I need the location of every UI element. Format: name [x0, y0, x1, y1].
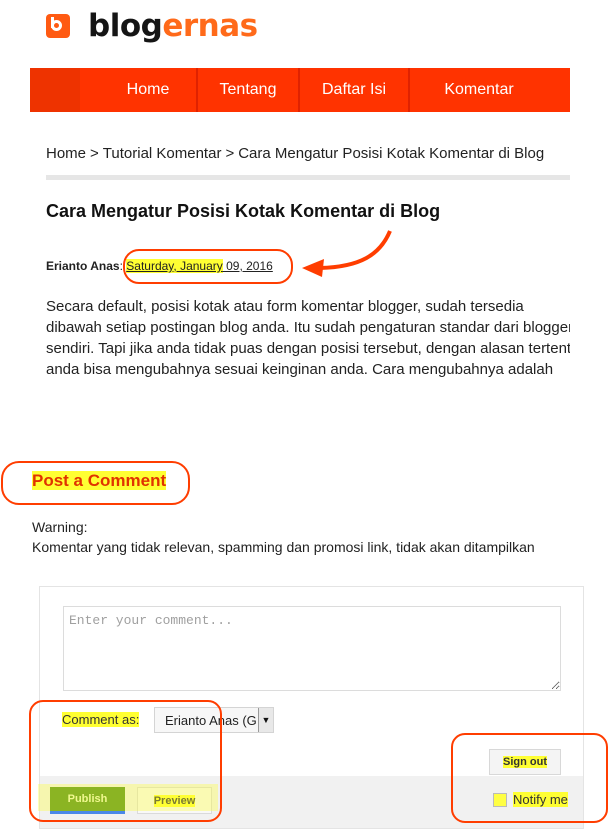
nav-item-home[interactable]: Home [80, 68, 198, 112]
comment-as-text: Comment as: [62, 712, 140, 727]
site-logo[interactable]: blogernas [46, 8, 258, 44]
breadcrumb-home[interactable]: Home [46, 145, 86, 162]
notify-me-label: Notify me [513, 792, 568, 807]
annotation-arrow-icon [302, 230, 392, 277]
breadcrumb-separator: > [90, 145, 99, 162]
comments-title-text: Post a Comment [32, 471, 167, 490]
main-nav: Home Tentang Daftar Isi Komentar [30, 68, 570, 112]
nav-blank-tab [30, 68, 80, 112]
preview-label: Preview [153, 794, 196, 807]
chevron-down-icon[interactable]: ▼ [258, 708, 273, 732]
publish-button[interactable]: Publish [50, 787, 125, 814]
post-body: Secara default, posisi kotak atau form k… [46, 296, 570, 380]
identity-select-value: Erianto Anas (G [165, 712, 257, 728]
breadcrumb: Home > Tutorial Komentar > Cara Mengatur Pos… [46, 145, 544, 162]
notify-me-checkbox[interactable]: Notify me [493, 792, 568, 807]
breadcrumb-current: Cara Mengatur Posisi Kotak Komentar di B… [238, 145, 545, 162]
nav-item-tentang[interactable]: Tentang [198, 68, 300, 112]
warning-text: Komentar yang tidak relevan, spamming da… [32, 539, 535, 555]
comment-input[interactable] [63, 606, 561, 691]
post-date-highlighted: Saturday, January [126, 259, 223, 273]
arrow-shaft [319, 230, 392, 270]
post-author[interactable]: Erianto Anas [46, 259, 120, 273]
post-body-line: dibawah setiap postingan blog anda. Itu … [46, 319, 570, 336]
comment-as-label: Comment as: [62, 712, 140, 727]
breadcrumb-divider [46, 175, 570, 180]
breadcrumb-category[interactable]: Tutorial Komentar [103, 145, 222, 162]
comments-title: Post a Comment [32, 471, 167, 491]
identity-select[interactable]: Erianto Anas (G ▼ [154, 707, 274, 733]
post-meta: Erianto Anas: Saturday, January 09, 2016 [46, 259, 273, 273]
logo-icon [46, 14, 70, 38]
sign-out-label: Sign out [503, 756, 547, 768]
checkbox-icon[interactable] [493, 792, 507, 807]
post-date[interactable]: Saturday, January 09, 2016 [126, 259, 273, 273]
author-separator: : [119, 259, 123, 273]
nav-item-daftar-isi[interactable]: Daftar Isi [300, 68, 410, 112]
warning-label: Warning: [32, 519, 88, 535]
arrow-head [302, 259, 324, 277]
post-date-rest: 09, 2016 [222, 259, 273, 273]
comment-warning: Warning: Komentar yang tidak relevan, sp… [32, 517, 535, 557]
post-title: Cara Mengatur Posisi Kotak Komentar di B… [46, 201, 441, 221]
sign-out-button[interactable]: Sign out [489, 749, 561, 775]
preview-button[interactable]: Preview [137, 787, 212, 814]
nav-item-komentar[interactable]: Komentar [410, 68, 538, 112]
post-body-line: sendiri. Tapi jika anda tidak puas denga… [46, 340, 570, 357]
breadcrumb-separator: > [225, 145, 235, 162]
logo-text: blogernas [88, 8, 258, 44]
post-body-line: Secara default, posisi kotak atau form k… [46, 298, 524, 315]
post-body-line: anda bisa mengubahnya sesuai keinginan a… [46, 361, 554, 378]
